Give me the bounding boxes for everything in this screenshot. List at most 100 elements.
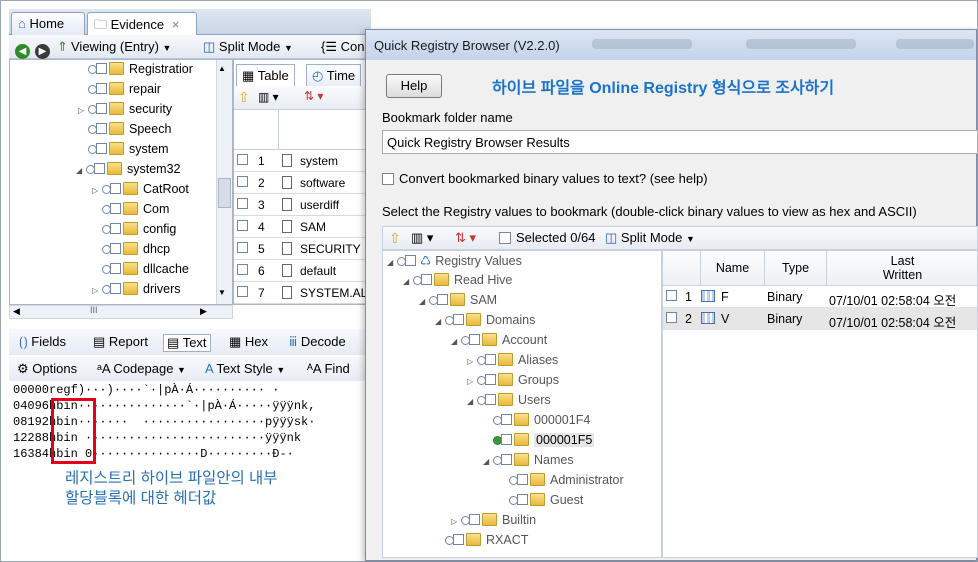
tree-node-builtin[interactable]: ▷ Builtin: [451, 513, 536, 533]
row-checkbox[interactable]: [666, 312, 677, 323]
node-checkbox[interactable]: [96, 63, 107, 74]
expand-icon[interactable]: ▷: [92, 186, 102, 195]
tree-node[interactable]: dhcp: [102, 242, 170, 262]
tree-node-users[interactable]: ◢ Users: [467, 393, 551, 413]
tree-node-read-hive[interactable]: ◢ Read Hive: [403, 273, 512, 293]
scroll-down-icon[interactable]: ▼: [218, 288, 226, 297]
tab-hex[interactable]: ▦ Hex: [229, 334, 268, 350]
column-header-last-written[interactable]: Last Written: [827, 251, 977, 286]
tree-node-user-1f4[interactable]: 000001F4: [493, 413, 590, 433]
tree-node-account[interactable]: ◢ Account: [451, 333, 547, 353]
row-checkbox[interactable]: [237, 176, 248, 187]
tree-node-domains[interactable]: ◢ Domains: [435, 313, 535, 333]
node-checkbox[interactable]: [110, 223, 121, 234]
find-button[interactable]: ᴬA Find: [307, 361, 350, 376]
tab-text[interactable]: ▤ Text: [163, 334, 211, 352]
collapse-icon[interactable]: ◢: [451, 337, 461, 346]
node-checkbox[interactable]: [485, 394, 496, 405]
tree-node-groups[interactable]: ▷ Groups: [467, 373, 559, 393]
node-checkbox[interactable]: [501, 414, 512, 425]
row-checkbox[interactable]: [237, 286, 248, 297]
tree-node[interactable]: Registratior: [88, 62, 193, 82]
expand-icon[interactable]: ▷: [451, 517, 461, 526]
table-row[interactable]: 4 SAM: [234, 216, 370, 238]
column-header-name[interactable]: Name: [701, 251, 765, 286]
tree-node-names[interactable]: ◢ Names: [483, 453, 574, 473]
tab-home[interactable]: ⌂ Home: [11, 12, 85, 35]
collapse-icon[interactable]: ◢: [419, 297, 429, 306]
dialog-split-mode-button[interactable]: ◫ Split Mode ▼: [605, 230, 695, 246]
row-checkbox[interactable]: [237, 220, 248, 231]
collapse-icon[interactable]: ◢: [435, 317, 445, 326]
tree-node[interactable]: Speech: [88, 122, 171, 142]
table-row[interactable]: 1 F Binary 07/10/01 02:58:04 오전: [663, 286, 977, 308]
node-checkbox[interactable]: [96, 143, 107, 154]
tree-node-user-1f5[interactable]: 000001F5: [493, 433, 595, 453]
tab-close-icon[interactable]: ×: [172, 17, 180, 32]
tab-decode[interactable]: ⅲ Decode: [289, 334, 346, 350]
tree-node[interactable]: repair: [88, 82, 161, 102]
tree-node[interactable]: ◢ system32: [76, 162, 181, 182]
node-checkbox[interactable]: [96, 103, 107, 114]
node-checkbox[interactable]: [453, 534, 464, 545]
collapse-icon[interactable]: ◢: [387, 258, 397, 267]
convert-checkbox[interactable]: [382, 173, 394, 185]
scroll-right-icon[interactable]: ▶: [200, 306, 207, 317]
node-checkbox[interactable]: [453, 314, 464, 325]
scroll-thumb[interactable]: [218, 178, 231, 208]
row-checkbox[interactable]: [666, 290, 677, 301]
options-button[interactable]: ⚙ Options: [17, 361, 77, 377]
select-all-checkbox[interactable]: [499, 232, 511, 244]
collapse-icon[interactable]: ◢: [76, 166, 86, 175]
scroll-up-icon[interactable]: ▲: [218, 64, 226, 73]
tree-node-administrator[interactable]: Administrator: [509, 473, 624, 493]
node-checkbox[interactable]: [96, 83, 107, 94]
table-row[interactable]: 5 SECURITY: [234, 238, 370, 260]
tree-node-guest[interactable]: Guest: [509, 493, 583, 513]
tree-node-registry-values[interactable]: ◢ ♺ Registry Values: [387, 253, 522, 273]
text-style-button[interactable]: A Text Style ▼: [205, 361, 285, 376]
table-row[interactable]: 6 default: [234, 260, 370, 282]
node-checkbox[interactable]: [421, 274, 432, 285]
node-checkbox[interactable]: [517, 494, 528, 505]
columns-icon[interactable]: ▥ ▾: [258, 90, 279, 104]
column-header-type[interactable]: Type: [765, 251, 827, 286]
expand-icon[interactable]: ▷: [92, 286, 102, 295]
row-checkbox[interactable]: [237, 264, 248, 275]
convert-binary-option[interactable]: Convert bookmarked binary values to text…: [382, 171, 708, 186]
node-checkbox[interactable]: [501, 434, 512, 445]
collapse-icon[interactable]: ◢: [467, 397, 477, 406]
node-checkbox[interactable]: [96, 123, 107, 134]
columns-icon[interactable]: ▥ ▾: [411, 230, 433, 246]
node-checkbox[interactable]: [110, 283, 121, 294]
table-row[interactable]: 1 system: [234, 150, 370, 172]
node-checkbox[interactable]: [485, 374, 496, 385]
tree-node[interactable]: ▷ CatRoot: [92, 182, 189, 202]
scroll-left-icon[interactable]: ◀: [13, 306, 20, 317]
table-row[interactable]: 2 V Binary 07/10/01 02:58:04 오전: [663, 308, 977, 330]
node-checkbox[interactable]: [469, 514, 480, 525]
tree-vertical-scrollbar[interactable]: ▲ ▼: [216, 60, 232, 304]
table-row[interactable]: 7 SYSTEM.ALT: [234, 282, 370, 304]
codepage-button[interactable]: ᵃA Codepage ▼: [97, 361, 186, 376]
tree-node[interactable]: dllcache: [102, 262, 189, 282]
tree-node-rxact[interactable]: RXACT: [445, 533, 528, 553]
node-checkbox[interactable]: [501, 454, 512, 465]
collapse-icon[interactable]: ◢: [403, 277, 413, 286]
node-checkbox[interactable]: [469, 334, 480, 345]
node-checkbox[interactable]: [485, 354, 496, 365]
scroll-thumb-grip[interactable]: III: [90, 305, 98, 315]
bookmark-icon[interactable]: ⇧: [389, 230, 401, 247]
node-checkbox[interactable]: [110, 263, 121, 274]
tree-node[interactable]: config: [102, 222, 176, 242]
sort-icon[interactable]: ⇅ ▾: [304, 89, 323, 103]
bookmark-folder-input[interactable]: Quick Registry Browser Results: [382, 130, 978, 154]
tab-evidence[interactable]: 🗀 Evidence ×: [87, 12, 197, 35]
tab-report[interactable]: ▤ Report: [93, 334, 148, 350]
node-checkbox[interactable]: [110, 183, 121, 194]
tree-node[interactable]: system: [88, 142, 169, 162]
table-row[interactable]: 3 userdiff: [234, 194, 370, 216]
tree-node-sam[interactable]: ◢ SAM: [419, 293, 497, 313]
bookmark-icon[interactable]: ⇧: [238, 89, 250, 106]
row-checkbox[interactable]: [237, 154, 248, 165]
